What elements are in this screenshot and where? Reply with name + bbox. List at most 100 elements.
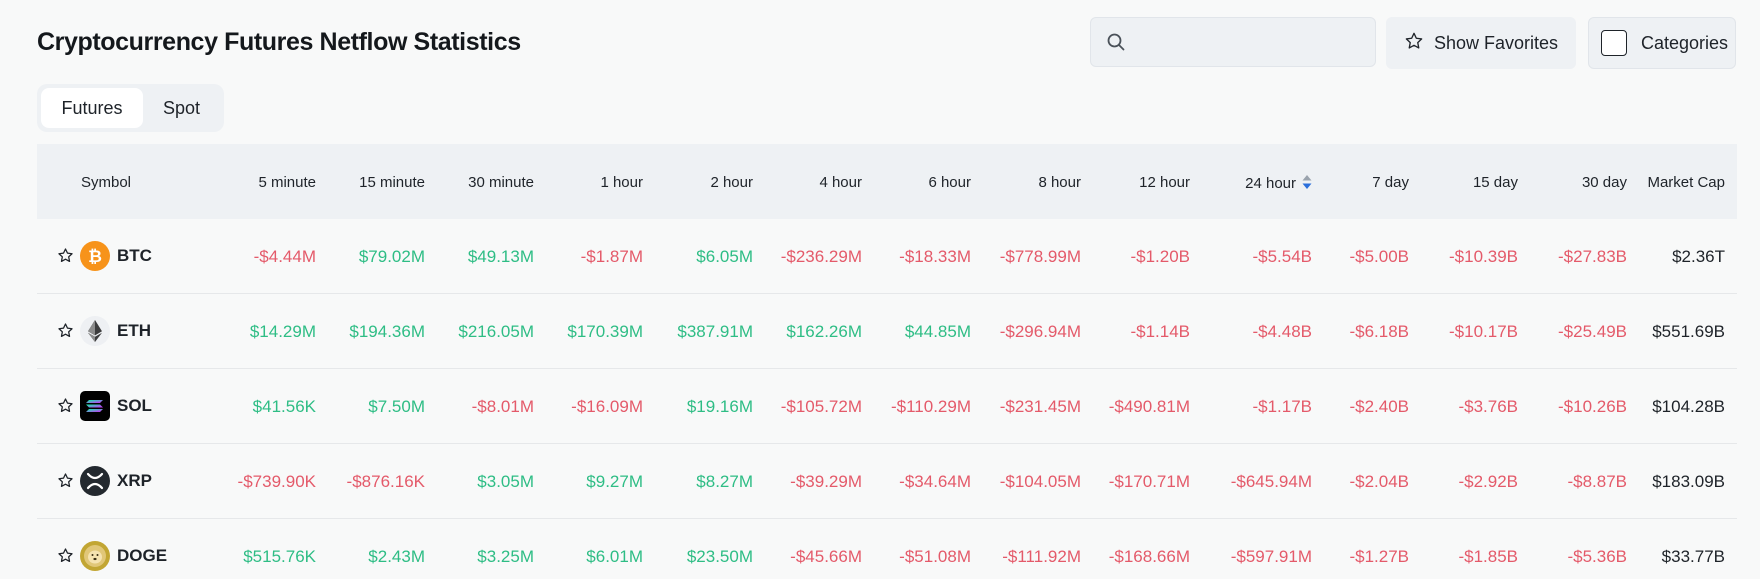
- show-favorites-label: Show Favorites: [1434, 32, 1559, 53]
- table-header: Symbol 5 minute 15 minute 30 minute 1 ho…: [37, 144, 1737, 219]
- solana-icon: [80, 391, 110, 421]
- dogecoin-icon: [80, 541, 110, 571]
- market-cap-cell: $104.28B: [1652, 397, 1725, 416]
- netflow-cell-30-minute: $216.05M: [458, 322, 534, 341]
- column-header-6-hour[interactable]: 6 hour: [928, 174, 971, 191]
- netflow-cell-5-minute: -$4.44M: [253, 247, 316, 266]
- netflow-cell-4-hour: $162.26M: [786, 322, 862, 341]
- market-cap-cell: $2.36T: [1672, 247, 1725, 266]
- market-cap-cell: $33.77B: [1661, 547, 1725, 566]
- market-cap-cell: $551.69B: [1652, 322, 1725, 341]
- netflow-cell-6-hour: -$34.64M: [899, 472, 971, 491]
- netflow-cell-30-minute: -$8.01M: [471, 397, 534, 416]
- favorite-star-icon[interactable]: [57, 247, 74, 269]
- column-header-24-hour[interactable]: 24 hour: [1245, 174, 1312, 194]
- netflow-cell-8-hour: -$111.92M: [1002, 547, 1081, 566]
- netflow-cell-30-day: -$10.26B: [1558, 397, 1627, 416]
- column-header-2-hour[interactable]: 2 hour: [710, 174, 753, 191]
- column-header-1-hour[interactable]: 1 hour: [600, 174, 643, 191]
- table-body: ₿ BTC -$4.44M $79.02M $49.13M -$1.87M $6.05M -$…: [37, 219, 1737, 579]
- column-header-5-minute[interactable]: 5 minute: [258, 174, 316, 191]
- netflow-cell-12-hour: -$1.20B: [1130, 247, 1190, 266]
- column-header-24-hour-label: 24 hour: [1245, 175, 1296, 192]
- star-outline-icon: [1404, 31, 1424, 56]
- netflow-cell-30-minute: $3.05M: [477, 472, 534, 491]
- column-header-30-minute[interactable]: 30 minute: [468, 174, 534, 191]
- netflow-cell-24-hour: -$597.91M: [1230, 547, 1312, 566]
- netflow-cell-4-hour: -$105.72M: [780, 397, 862, 416]
- market-type-toggle: Futures Spot: [37, 84, 224, 132]
- netflow-cell-8-hour: -$778.99M: [999, 247, 1081, 266]
- netflow-cell-2-hour: $6.05M: [696, 247, 753, 266]
- netflow-cell-12-hour: -$168.66M: [1108, 547, 1190, 566]
- coin-symbol[interactable]: BTC: [117, 246, 152, 266]
- search-box[interactable]: [1090, 17, 1376, 67]
- tab-spot[interactable]: Spot: [143, 88, 220, 128]
- categories-checkbox[interactable]: [1601, 30, 1627, 56]
- netflow-cell-30-day: -$8.87B: [1567, 472, 1627, 491]
- xrp-icon: [80, 466, 110, 496]
- tab-futures[interactable]: Futures: [41, 88, 143, 128]
- table-row[interactable]: ₿ BTC -$4.44M $79.02M $49.13M -$1.87M $6.05M -$…: [37, 219, 1737, 294]
- column-header-symbol[interactable]: Symbol: [81, 174, 131, 191]
- netflow-cell-6-hour: -$18.33M: [899, 247, 971, 266]
- categories-label: Categories: [1641, 32, 1729, 53]
- page-title: Cryptocurrency Futures Netflow Statistic…: [37, 28, 521, 56]
- table-row[interactable]: ETH $14.29M $194.36M $216.05M $170.39M $387.9…: [37, 294, 1737, 369]
- netflow-cell-30-minute: $3.25M: [477, 547, 534, 566]
- netflow-cell-15-day: -$1.85B: [1458, 547, 1518, 566]
- favorite-star-icon[interactable]: [57, 547, 74, 569]
- netflow-cell-12-hour: -$490.81M: [1108, 397, 1190, 416]
- netflow-cell-7-day: -$6.18B: [1349, 322, 1409, 341]
- netflow-cell-30-day: -$25.49B: [1558, 322, 1627, 341]
- netflow-cell-5-minute: $14.29M: [249, 322, 316, 341]
- favorite-star-icon[interactable]: [57, 397, 74, 419]
- favorite-star-icon[interactable]: [57, 322, 74, 344]
- netflow-cell-2-hour: $387.91M: [677, 322, 753, 341]
- netflow-cell-15-day: -$10.17B: [1449, 322, 1518, 341]
- netflow-cell-15-minute: $2.43M: [368, 547, 425, 566]
- favorite-star-icon[interactable]: [57, 472, 74, 494]
- netflow-cell-2-hour: $23.50M: [686, 547, 753, 566]
- table-row[interactable]: DOGE $515.76K $2.43M $3.25M $6.01M $23.50M -$4…: [37, 519, 1737, 579]
- netflow-cell-12-hour: -$1.14B: [1130, 322, 1190, 341]
- netflow-cell-6-hour: -$51.08M: [899, 547, 971, 566]
- column-header-30-day[interactable]: 30 day: [1582, 174, 1627, 191]
- netflow-cell-30-day: -$27.83B: [1558, 247, 1627, 266]
- netflow-cell-15-minute: $79.02M: [358, 247, 425, 266]
- coin-symbol[interactable]: DOGE: [117, 546, 167, 566]
- netflow-cell-8-hour: -$104.05M: [999, 472, 1081, 491]
- column-header-8-hour[interactable]: 8 hour: [1038, 174, 1081, 191]
- netflow-cell-6-hour: -$110.29M: [890, 397, 971, 416]
- netflow-cell-1-hour: -$16.09M: [571, 397, 643, 416]
- netflow-cell-30-day: -$5.36B: [1567, 547, 1627, 566]
- netflow-cell-15-minute: $7.50M: [368, 397, 425, 416]
- sort-arrows-icon: [1302, 174, 1312, 194]
- coin-symbol[interactable]: SOL: [117, 396, 152, 416]
- table-row[interactable]: SOL $41.56K $7.50M -$8.01M -$16.09M $19.16M -$…: [37, 369, 1737, 444]
- categories-button[interactable]: Categories: [1588, 17, 1736, 69]
- column-header-7-day[interactable]: 7 day: [1372, 174, 1409, 191]
- netflow-cell-8-hour: -$231.45M: [999, 397, 1081, 416]
- svg-text:₿: ₿: [88, 247, 102, 267]
- netflow-cell-15-day: -$2.92B: [1458, 472, 1518, 491]
- coin-symbol[interactable]: XRP: [117, 471, 152, 491]
- column-header-15-minute[interactable]: 15 minute: [359, 174, 425, 191]
- coin-symbol[interactable]: ETH: [117, 321, 151, 341]
- netflow-cell-15-day: -$10.39B: [1449, 247, 1518, 266]
- column-header-12-hour[interactable]: 12 hour: [1139, 174, 1190, 191]
- show-favorites-button[interactable]: Show Favorites: [1386, 17, 1576, 69]
- market-cap-cell: $183.09B: [1652, 472, 1725, 491]
- column-header-market-cap[interactable]: Market Cap: [1647, 174, 1725, 191]
- table-row[interactable]: XRP -$739.90K -$876.16K $3.05M $9.27M $8.27M -…: [37, 444, 1737, 519]
- column-header-15-day[interactable]: 15 day: [1473, 174, 1518, 191]
- netflow-cell-30-minute: $49.13M: [467, 247, 534, 266]
- bitcoin-icon: ₿: [80, 241, 110, 271]
- netflow-cell-7-day: -$2.40B: [1349, 397, 1409, 416]
- netflow-cell-2-hour: $19.16M: [686, 397, 753, 416]
- netflow-cell-4-hour: -$45.66M: [790, 547, 862, 566]
- netflow-cell-6-hour: $44.85M: [904, 322, 971, 341]
- column-header-4-hour[interactable]: 4 hour: [819, 174, 862, 191]
- netflow-cell-2-hour: $8.27M: [696, 472, 753, 491]
- search-input[interactable]: [1137, 28, 1362, 56]
